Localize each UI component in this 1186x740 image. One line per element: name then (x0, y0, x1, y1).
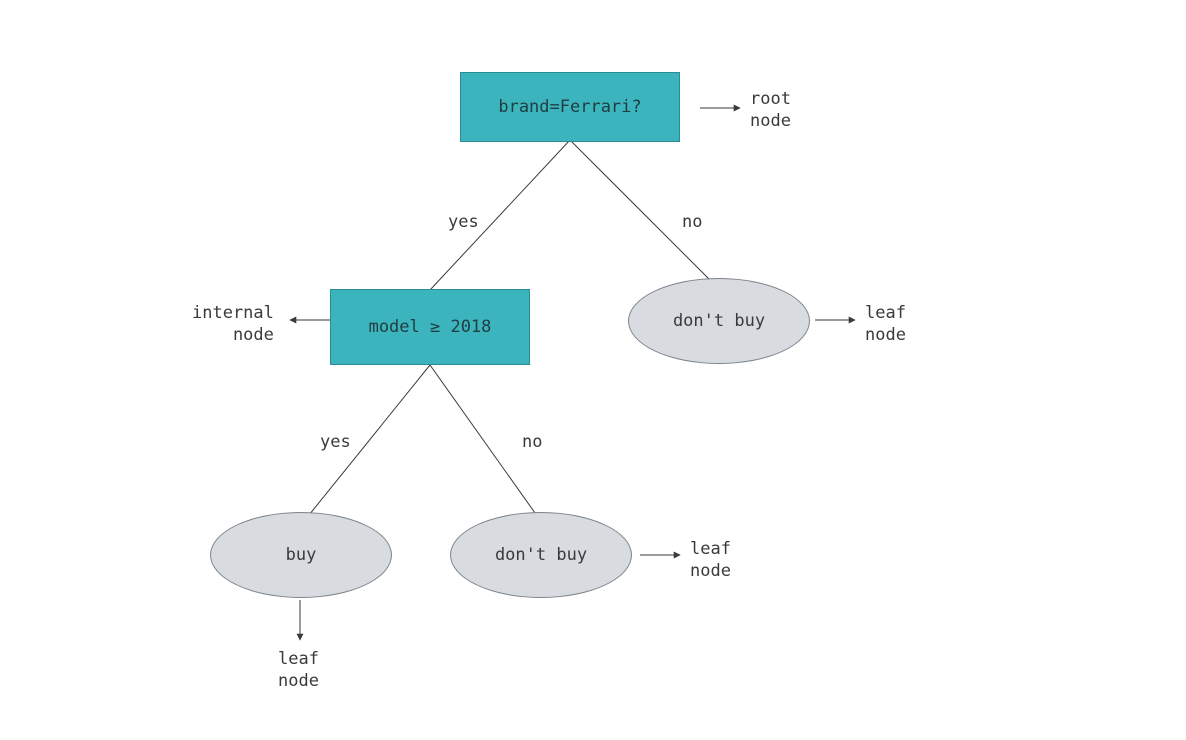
internal-annotation: internal node (192, 302, 274, 346)
leaf-node-dont-buy-2: don't buy (450, 512, 632, 598)
edge-label-no: no (682, 212, 702, 232)
edge-label-no-2: no (522, 432, 542, 452)
leaf-label: don't buy (495, 545, 587, 565)
root-node-label: brand=Ferrari? (498, 97, 641, 117)
leaf-label: don't buy (673, 311, 765, 331)
leaf-node-dont-buy-1: don't buy (628, 278, 810, 364)
internal-node: model ≥ 2018 (330, 289, 530, 365)
leaf-annotation-2: leaf node (278, 648, 319, 692)
root-annotation: root node (750, 88, 791, 132)
edge-label-yes: yes (448, 212, 479, 232)
leaf-annotation-1: leaf node (865, 302, 906, 346)
edge-label-yes-2: yes (320, 432, 351, 452)
leaf-annotation-3: leaf node (690, 538, 731, 582)
leaf-label: buy (286, 545, 317, 565)
internal-node-label: model ≥ 2018 (369, 317, 492, 337)
decision-tree-diagram: brand=Ferrari? root node yes no model ≥ … (0, 0, 1186, 740)
root-node: brand=Ferrari? (460, 72, 680, 142)
leaf-node-buy: buy (210, 512, 392, 598)
